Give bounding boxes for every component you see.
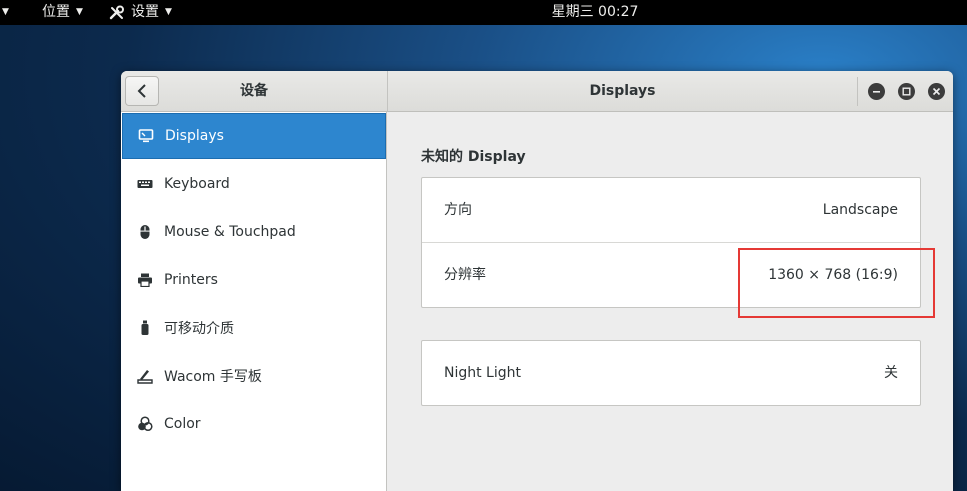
header-divider bbox=[857, 77, 858, 106]
sidebar-item-label: Wacom 手写板 bbox=[164, 369, 262, 385]
night-light-row[interactable]: Night Light 关 bbox=[422, 341, 920, 405]
keyboard-icon bbox=[135, 178, 155, 190]
sidebar-item-printers[interactable]: Printers bbox=[122, 257, 386, 303]
sidebar-item-wacom-tablet[interactable]: Wacom 手写板 bbox=[122, 353, 386, 399]
sidebar-item-mouse-touchpad[interactable]: Mouse & Touchpad bbox=[122, 209, 386, 255]
minimize-icon bbox=[873, 91, 880, 93]
sidebar-item-label: 可移动介质 bbox=[164, 321, 234, 337]
resolution-label: 分辨率 bbox=[444, 267, 486, 283]
tablet-icon bbox=[135, 368, 155, 384]
sidebar-item-label: Keyboard bbox=[164, 176, 230, 192]
page-title: Displays bbox=[589, 83, 656, 99]
maximize-icon bbox=[902, 87, 911, 96]
back-button[interactable] bbox=[125, 76, 159, 106]
chevron-left-icon bbox=[137, 84, 146, 98]
sidebar-item-label: Color bbox=[164, 416, 201, 432]
night-light-label: Night Light bbox=[444, 365, 521, 381]
sidebar: Displays Keyboard Mouse & Touchpad Print… bbox=[121, 112, 387, 491]
printer-icon bbox=[135, 273, 155, 287]
close-button[interactable] bbox=[928, 83, 945, 100]
display-icon bbox=[136, 128, 156, 144]
sidebar-item-removable-media[interactable]: 可移动介质 bbox=[122, 305, 386, 351]
orientation-label: 方向 bbox=[444, 202, 472, 218]
top-bar: ▼ 位置 ▼ 设置 ▼ 星期三 00:27 bbox=[0, 0, 967, 25]
minimize-button[interactable] bbox=[868, 83, 885, 100]
sidebar-item-keyboard[interactable]: Keyboard bbox=[122, 161, 386, 207]
header-bar: 设备 Displays bbox=[121, 71, 953, 112]
usb-drive-icon bbox=[135, 320, 155, 336]
display-name-heading: 未知的 Display bbox=[421, 149, 526, 165]
color-icon bbox=[135, 416, 155, 432]
sidebar-item-label: Mouse & Touchpad bbox=[164, 224, 296, 240]
clock[interactable]: 星期三 00:27 bbox=[0, 0, 967, 25]
panel-title: 设备 bbox=[240, 83, 268, 99]
maximize-button[interactable] bbox=[898, 83, 915, 100]
orientation-row[interactable]: 方向 Landscape bbox=[422, 178, 920, 242]
sidebar-item-color[interactable]: Color bbox=[122, 401, 386, 447]
sidebar-item-displays[interactable]: Displays bbox=[122, 113, 386, 159]
mouse-icon bbox=[135, 224, 155, 240]
resolution-highlight-box bbox=[738, 248, 935, 318]
sidebar-item-label: Printers bbox=[164, 272, 218, 288]
close-icon bbox=[932, 87, 941, 96]
night-light-list: Night Light 关 bbox=[421, 340, 921, 406]
sidebar-item-label: Displays bbox=[165, 128, 224, 144]
orientation-value: Landscape bbox=[822, 202, 898, 218]
night-light-value: 关 bbox=[884, 365, 898, 381]
